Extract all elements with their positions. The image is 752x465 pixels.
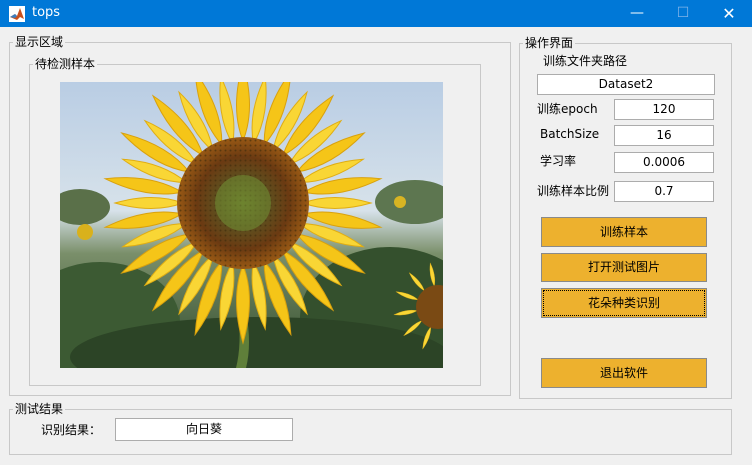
result-panel-label: 测试结果 — [13, 402, 66, 416]
close-button[interactable]: ✕ — [706, 0, 752, 27]
train-ratio-label: 训练样本比例 — [537, 184, 610, 198]
batch-size-label: BatchSize — [540, 127, 600, 141]
train-path-label: 训练文件夹路径 — [543, 54, 628, 68]
epoch-field[interactable]: 120 — [614, 99, 714, 120]
classify-flower-button[interactable]: 花朵种类识别 — [541, 288, 707, 318]
sample-panel-label: 待检测样本 — [33, 57, 98, 71]
title-bar: tops — ☐ ✕ — [0, 0, 752, 27]
exit-button[interactable]: 退出软件 — [541, 358, 707, 388]
sample-image — [60, 82, 443, 368]
learning-rate-field[interactable]: 0.0006 — [614, 152, 714, 173]
result-label: 识别结果： — [41, 423, 102, 437]
epoch-label: 训练epoch — [537, 102, 598, 116]
window-title: tops — [32, 5, 61, 20]
open-test-image-button[interactable]: 打开测试图片 — [541, 253, 707, 282]
minimize-button[interactable]: — — [614, 0, 660, 27]
train-ratio-field[interactable]: 0.7 — [614, 181, 714, 202]
control-panel-label: 操作界面 — [523, 36, 576, 50]
batch-size-field[interactable]: 16 — [614, 125, 714, 146]
maximize-button[interactable]: ☐ — [660, 0, 706, 27]
train-button[interactable]: 训练样本 — [541, 217, 707, 247]
train-path-field[interactable]: Dataset2 — [537, 74, 715, 95]
display-panel-label: 显示区域 — [13, 35, 66, 49]
learning-rate-label: 学习率 — [540, 154, 577, 168]
matlab-logo-icon — [9, 6, 25, 22]
result-field: 向日葵 — [115, 418, 293, 441]
